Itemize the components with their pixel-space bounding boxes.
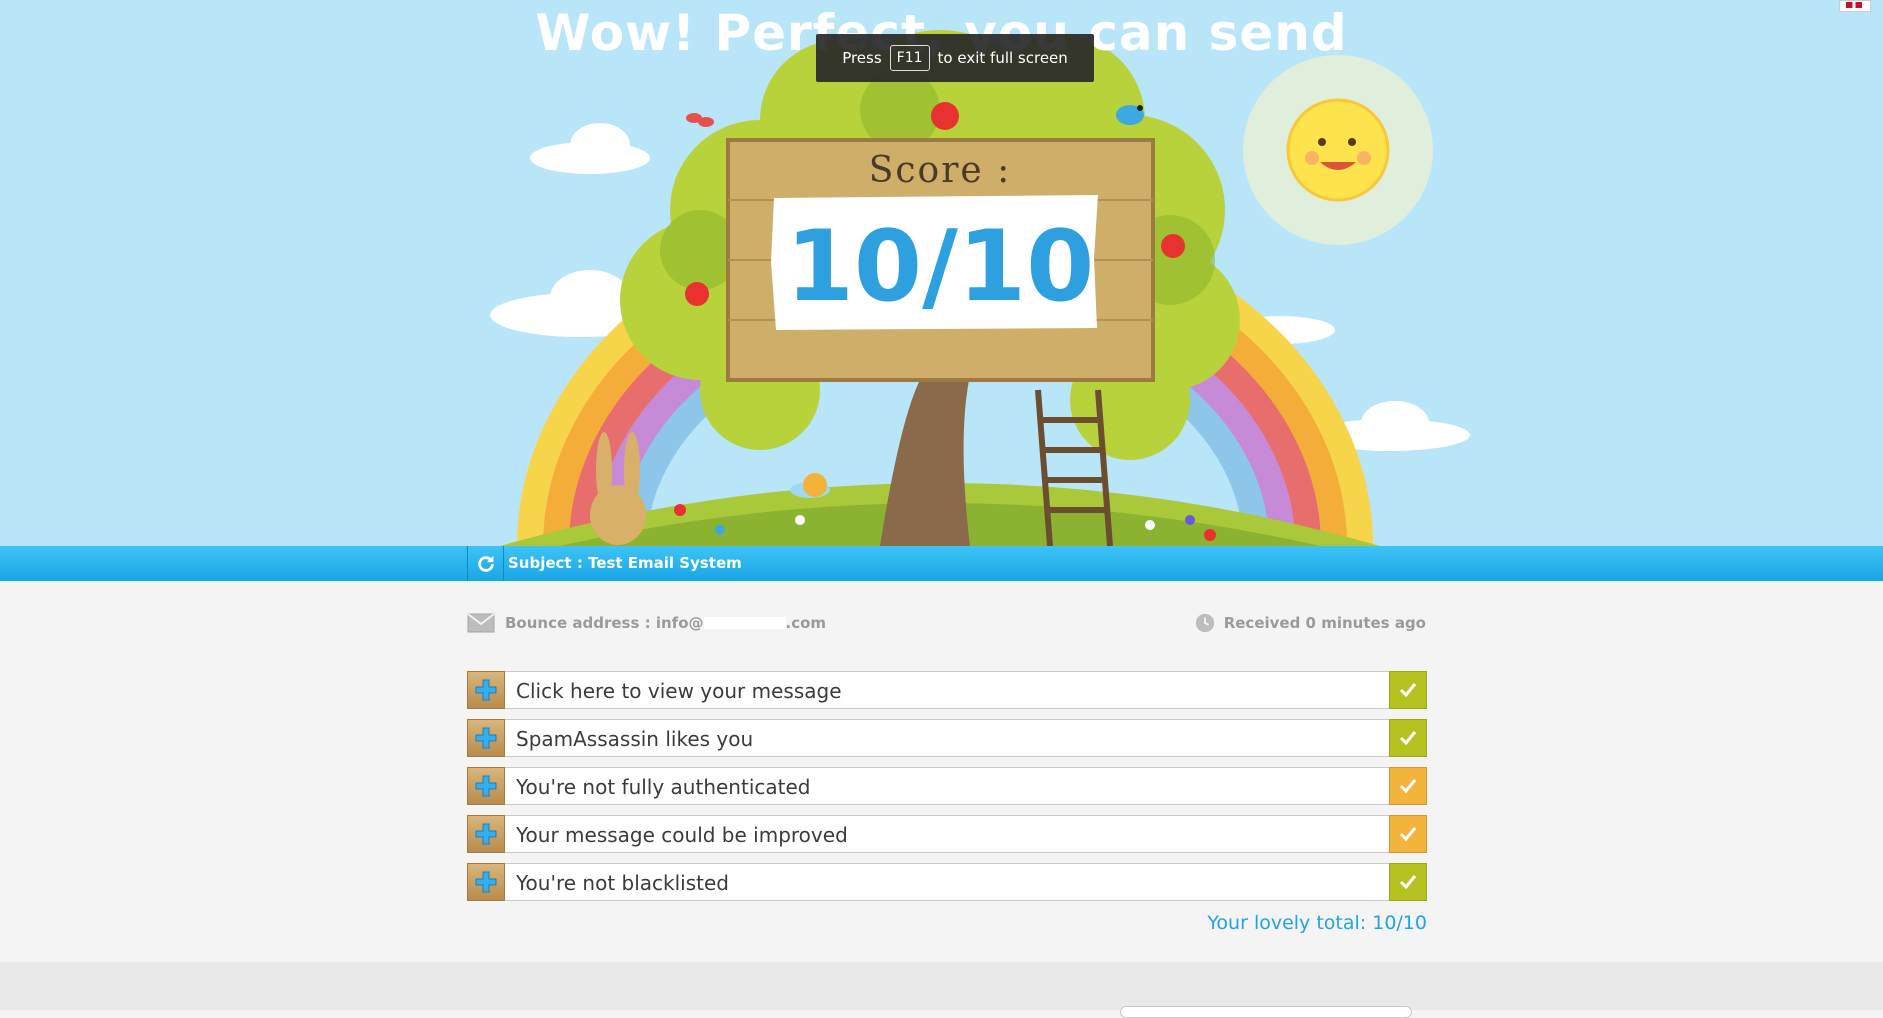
check-row[interactable]: Click here to view your message xyxy=(467,671,1427,709)
expand-button[interactable] xyxy=(467,719,505,757)
sun-icon xyxy=(1243,55,1433,245)
plus-icon xyxy=(475,679,497,701)
language-flag-icon[interactable] xyxy=(1839,0,1871,12)
check-row[interactable]: You're not fully authenticated xyxy=(467,767,1427,805)
hero-banner: Score : 10/10 Wow! Perfect, you can send… xyxy=(0,0,1883,546)
expand-button[interactable] xyxy=(467,767,505,805)
check-icon xyxy=(1399,731,1417,746)
check-label: SpamAssassin likes you xyxy=(516,727,754,751)
status-ok-badge xyxy=(1389,719,1427,757)
envelope-icon xyxy=(467,613,495,633)
check-icon xyxy=(1399,779,1417,794)
score-value: 10/10 xyxy=(786,210,1095,324)
bird-icon xyxy=(1116,105,1144,125)
bounce-domain-suffix: .com xyxy=(785,614,827,632)
expand-button[interactable] xyxy=(467,671,505,709)
toast-rest-text: to exit full screen xyxy=(937,49,1068,67)
fullscreen-toast: Press F11 to exit full screen xyxy=(816,34,1094,82)
plus-icon xyxy=(475,823,497,845)
check-label: You're not fully authenticated xyxy=(516,775,811,799)
bounce-address-row: Bounce address : info@ .com xyxy=(467,613,826,633)
f11-key: F11 xyxy=(889,45,930,71)
check-row[interactable]: You're not blacklisted xyxy=(467,863,1427,901)
status-ok-badge xyxy=(1389,863,1427,901)
status-warning-badge xyxy=(1389,767,1427,805)
total-score: Your lovely total: 10/10 xyxy=(1207,912,1427,934)
expand-button[interactable] xyxy=(467,863,505,901)
check-label: Click here to view your message xyxy=(516,679,842,703)
check-label: Your message could be improved xyxy=(516,823,848,847)
plus-icon xyxy=(475,871,497,893)
footer-input[interactable] xyxy=(1120,1006,1412,1018)
refresh-button[interactable] xyxy=(467,546,504,581)
check-row[interactable]: Your message could be improved xyxy=(467,815,1427,853)
clock-icon xyxy=(1195,613,1214,633)
received-time: Received 0 minutes ago xyxy=(1223,614,1426,632)
received-row: Received 0 minutes ago xyxy=(1194,612,1426,634)
footer xyxy=(0,962,1883,1018)
toast-press-text: Press xyxy=(842,49,882,67)
redacted-domain xyxy=(703,617,786,629)
report-panel: Bounce address : info@ .com Received 0 m… xyxy=(0,581,1883,962)
plus-icon xyxy=(475,775,497,797)
expand-button[interactable] xyxy=(467,815,505,853)
check-icon xyxy=(1399,875,1417,890)
plus-icon xyxy=(475,727,497,749)
check-label: You're not blacklisted xyxy=(516,871,729,895)
email-subject: Subject : Test Email System xyxy=(508,554,742,572)
bounce-address-label: Bounce address : info@ xyxy=(505,614,704,632)
refresh-icon xyxy=(477,555,494,572)
score-label: Score : xyxy=(869,150,1012,191)
status-ok-badge xyxy=(1389,671,1427,709)
snail-icon xyxy=(790,473,830,498)
butterfly-icon xyxy=(686,113,714,127)
check-icon xyxy=(1399,683,1417,698)
check-row[interactable]: SpamAssassin likes you xyxy=(467,719,1427,757)
status-warning-badge xyxy=(1389,815,1427,853)
check-icon xyxy=(1399,827,1417,842)
subject-bar: Subject : Test Email System xyxy=(0,546,1883,581)
check-list: Click here to view your message SpamAssas… xyxy=(467,671,1427,911)
